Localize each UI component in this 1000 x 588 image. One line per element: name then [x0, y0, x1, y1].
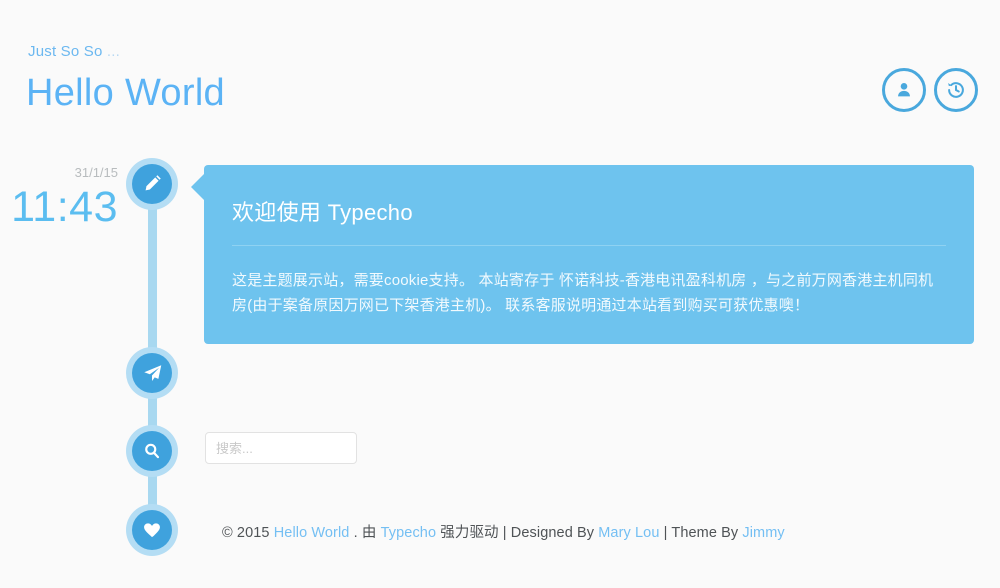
article-body: 这是主题展示站，需要cookie支持。 本站寄存于 怀诺科技-香港电讯盈科机房 … — [232, 272, 934, 314]
footer-designer-link[interactable]: Mary Lou — [598, 525, 659, 541]
paper-plane-icon — [142, 363, 163, 384]
site-tagline-dots: ... — [106, 43, 121, 60]
history-button[interactable] — [934, 68, 978, 112]
footer-theme-author-link[interactable]: Jimmy — [742, 525, 784, 541]
heart-icon — [142, 520, 162, 540]
site-header: Just So So ... Hello World — [0, 0, 1000, 132]
search-form — [205, 432, 357, 464]
send-button[interactable] — [132, 353, 172, 393]
edit-button[interactable] — [132, 164, 172, 204]
user-button[interactable] — [882, 68, 926, 112]
article-divider — [232, 245, 946, 246]
search-input[interactable] — [205, 432, 357, 464]
magnifier-icon — [142, 441, 162, 461]
user-icon — [893, 79, 915, 101]
footer-designed-by: Designed By — [510, 525, 599, 541]
article-title[interactable]: 欢迎使用 Typecho — [232, 195, 946, 227]
post-time: 11:43 — [11, 183, 118, 231]
search-button[interactable] — [132, 431, 172, 471]
site-tagline: Just So So ... — [28, 43, 120, 60]
footer-dot: . — [349, 525, 362, 541]
like-button[interactable] — [132, 510, 172, 550]
footer-theme-by: Theme By — [671, 525, 743, 541]
page-root: Just So So ... Hello World 31/1/15 11:43… — [0, 0, 1000, 588]
timeline-node-search[interactable] — [126, 425, 178, 477]
timeline-node-edit[interactable] — [126, 158, 178, 210]
post-date: 31/1/15 — [74, 165, 118, 180]
history-icon — [945, 79, 967, 101]
footer-powered-text: 强力驱动 — [436, 525, 503, 541]
site-tagline-text: Just So So — [28, 43, 107, 60]
article-card: 欢迎使用 Typecho 这是主题展示站，需要cookie支持。 本站寄存于 怀… — [191, 165, 974, 344]
site-footer: © 2015 Hello World . 由 Typecho 强力驱动 | De… — [222, 521, 785, 542]
header-actions — [882, 68, 978, 112]
footer-by-word: 由 — [361, 525, 381, 541]
footer-separator-1: | — [502, 525, 511, 541]
timeline-node-heart[interactable] — [126, 504, 178, 556]
timeline-node-send[interactable] — [126, 347, 178, 399]
pencil-icon — [142, 174, 162, 194]
footer-site-link[interactable]: Hello World — [274, 525, 350, 541]
site-title[interactable]: Hello World — [26, 72, 225, 115]
footer-copyright: © 2015 — [222, 525, 274, 541]
footer-separator-2: | — [659, 525, 672, 541]
footer-engine-link[interactable]: Typecho — [381, 525, 437, 541]
